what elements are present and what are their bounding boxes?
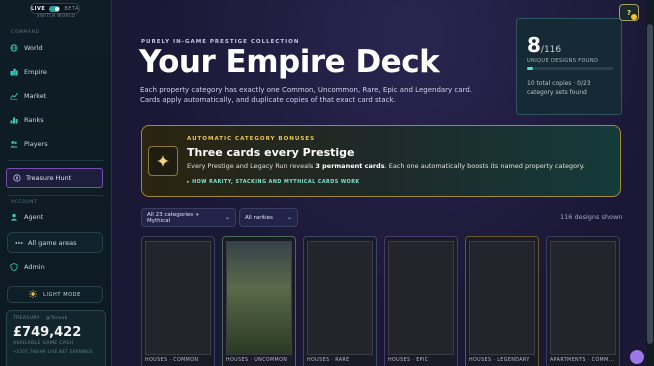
sidebar-item-label: Empire — [24, 68, 47, 76]
mode-switch[interactable] — [49, 5, 61, 12]
switch-world-label[interactable]: SWITCH WORLD — [0, 13, 112, 18]
account-section-label: ACCOUNT — [11, 200, 38, 205]
card-label: HOUSES · EPIC — [388, 358, 429, 363]
page-title: Your Empire Deck — [139, 44, 440, 80]
card-houses-common[interactable]: HOUSES · COMMON — [141, 236, 215, 366]
sidebar-item-market[interactable]: Market — [10, 90, 46, 102]
sidebar-item-empire[interactable]: Empire — [10, 66, 47, 78]
light-mode-button[interactable]: LIGHT MODE — [7, 286, 103, 303]
buildings-icon — [10, 68, 18, 76]
globe-icon — [10, 44, 18, 52]
card-artwork — [388, 241, 454, 355]
sidebar: LIVE BETA SWITCH WORLD COMMAND World Emp… — [0, 0, 112, 366]
live-label: LIVE — [31, 5, 46, 12]
market-icon — [10, 92, 18, 100]
collection-progress-bar — [527, 67, 613, 70]
sidebar-item-label: World — [24, 44, 43, 52]
category-filter-value: All 23 categories + Mythical — [147, 211, 200, 224]
card-houses-rare[interactable]: HOUSES · RARE — [303, 236, 377, 366]
notification-dot — [631, 14, 637, 20]
card-label: APARTMENTS · COMM... — [550, 358, 615, 363]
sidebar-divider — [8, 160, 103, 161]
command-section-label: COMMAND — [11, 30, 40, 35]
treasury-earnings: +£507,794/HR LIVE NET EARNINGS — [13, 349, 93, 354]
treasury-amount: £749,422 — [13, 325, 82, 340]
card-houses-epic[interactable]: HOUSES · EPIC — [384, 236, 458, 366]
card-artwork — [307, 241, 373, 355]
bonus-description: Every Prestige and Legacy Run reveals 3 … — [187, 162, 585, 170]
sidebar-item-treasure-hunt[interactable]: Treasure Hunt — [6, 168, 103, 188]
treasury-subtitle: AVAILABLE GAME CASH — [13, 341, 74, 346]
beta-label: BETA — [64, 5, 79, 12]
card-artwork — [469, 241, 535, 355]
sidebar-item-label: Market — [24, 92, 47, 100]
card-apartments-common[interactable]: APARTMENTS · COMM... — [546, 236, 620, 366]
all-game-areas-label: All game areas — [28, 238, 77, 247]
rarity-info-link[interactable]: ▸ HOW RARITY, STACKING AND MYTHICAL CARD… — [187, 180, 360, 185]
sidebar-item-admin[interactable]: Admin — [10, 261, 45, 273]
treasury-card: TREASURY @Tereak £749,422 AVAILABLE GAME… — [6, 310, 106, 366]
rarity-filter-select[interactable]: All rarities ⌄ — [239, 208, 298, 227]
card-label: HOUSES · COMMON — [145, 358, 199, 363]
sidebar-item-players[interactable]: Players — [10, 138, 48, 150]
players-icon — [10, 140, 18, 148]
light-mode-label: LIGHT MODE — [43, 291, 81, 298]
card-artwork — [226, 241, 292, 355]
card-houses-legendary[interactable]: HOUSES · LEGENDARY — [465, 236, 539, 366]
scrollbar-thumb[interactable] — [647, 24, 653, 344]
category-filter-select[interactable]: All 23 categories + Mythical ⌄ — [141, 208, 236, 227]
sidebar-item-ranks[interactable]: Ranks — [10, 114, 44, 126]
sidebar-item-label: Ranks — [24, 116, 44, 124]
rarity-filter-value: All rarities — [245, 214, 273, 221]
collection-stats-card: 8 /116 UNIQUE DESIGNS FOUND 10 total cop… — [516, 18, 622, 115]
chat-bubble-icon[interactable] — [630, 350, 644, 364]
bonus-highlight: 3 permanent cards — [315, 162, 385, 170]
collection-progress-fill — [527, 67, 533, 70]
card-houses-uncommon[interactable]: HOUSES · UNCOMMON — [222, 236, 296, 366]
collection-footer: 10 total copies · 0/23 category sets fou… — [527, 80, 591, 96]
dots-icon — [15, 239, 23, 247]
sidebar-item-label: Players — [24, 140, 48, 148]
designs-found-count: 8 — [527, 33, 541, 57]
sidebar-item-label: Agent — [24, 213, 44, 221]
designs-total: /116 — [540, 45, 562, 55]
ranks-icon — [10, 116, 18, 124]
sun-icon — [29, 289, 38, 300]
designs-shown-count: 116 designs shown — [560, 213, 623, 221]
page-description: Each property category has exactly one C… — [140, 86, 472, 104]
sidebar-item-label: Admin — [24, 263, 45, 271]
card-label: HOUSES · LEGENDARY — [469, 358, 530, 363]
card-label: HOUSES · RARE — [307, 358, 350, 363]
card-artwork — [550, 241, 616, 355]
chevron-down-icon: ⌄ — [224, 214, 230, 221]
bonus-kicker: AUTOMATIC CATEGORY BONUSES — [187, 136, 316, 142]
sparkle-icon — [148, 146, 178, 176]
treasury-user: @Tereak — [45, 316, 68, 321]
shield-icon — [10, 263, 18, 271]
compass-icon — [13, 174, 21, 182]
card-label: HOUSES · UNCOMMON — [226, 358, 288, 363]
sidebar-item-label: Treasure Hunt — [26, 174, 72, 182]
designs-found-label: UNIQUE DESIGNS FOUND — [527, 58, 599, 64]
treasury-label: TREASURY — [13, 316, 40, 321]
sidebar-item-agent[interactable]: Agent — [10, 211, 43, 223]
all-game-areas-button[interactable]: All game areas — [7, 232, 103, 253]
chevron-down-icon: ⌄ — [286, 214, 292, 221]
category-bonus-banner: AUTOMATIC CATEGORY BONUSES Three cards e… — [141, 125, 621, 197]
agent-icon — [10, 213, 18, 221]
bonus-title: Three cards every Prestige — [187, 146, 355, 159]
sidebar-divider — [8, 195, 103, 196]
card-artwork — [145, 241, 211, 355]
sidebar-item-world[interactable]: World — [10, 42, 43, 54]
